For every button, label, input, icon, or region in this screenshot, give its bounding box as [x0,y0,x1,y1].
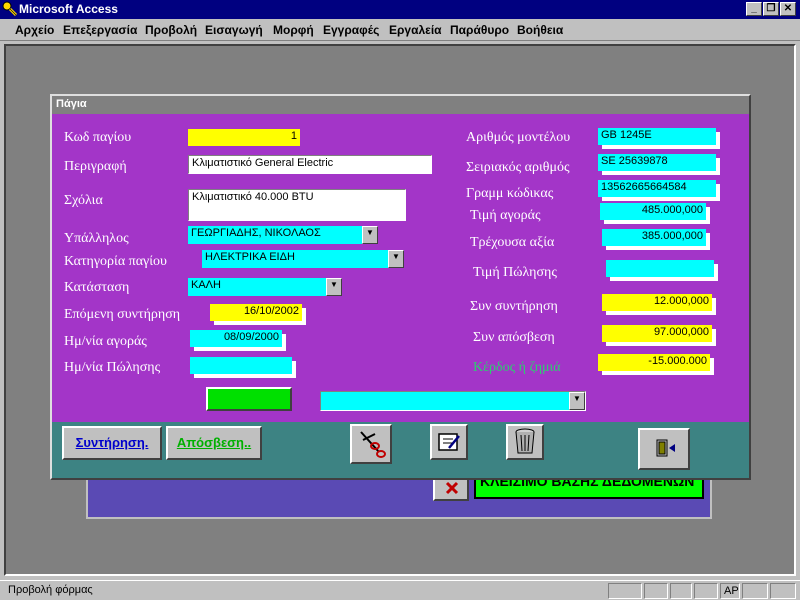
code-label: Κωδ παγίου [64,130,132,145]
employee-dropdown-arrow-icon[interactable]: ▼ [362,226,378,244]
status-value: ΚΑΛΗ [191,279,221,291]
description-label: Περιγραφή [64,159,127,174]
notes-field[interactable]: Κλιματιστικό 40.000 BTU [188,189,406,221]
exit-door-icon [656,439,675,457]
restore-button[interactable]: ❐ [763,2,779,16]
menu-edit[interactable]: Επεξεργασία [63,23,137,37]
search-combo[interactable]: ▼ [320,391,586,411]
category-label: Κατηγορία παγίου [64,254,167,269]
total-depreciation-label: Συν απόσβεση [473,330,555,345]
sale-date-label: Ημ/νία Πώλησης [64,360,161,375]
status-pane-4 [694,583,718,599]
status-pane-1 [608,583,642,599]
minimize-button[interactable]: _ [746,2,762,16]
category-dropdown-arrow-icon[interactable]: ▼ [388,250,404,268]
menu-tools[interactable]: Εργαλεία [389,23,442,37]
current-value-field[interactable]: 385.000,000 [602,229,706,246]
purchase-date-label: Ημ/νία αγοράς [64,334,147,349]
form-detail: Κωδ παγίου Περιγραφή Σχόλια Υπάλληλος Κα… [52,114,749,422]
model-number-label: Αριθμός μοντέλου [466,130,571,145]
status-combo[interactable]: ΚΑΛΗ ▼ [188,278,342,296]
cut-button[interactable] [350,424,392,464]
status-bar: Προβολή φόρμας ΑΡ [0,580,800,600]
assets-form-window: Πάγια Κωδ παγίου Περιγραφή Σχόλια Υπάλλη… [50,94,751,480]
total-maintenance-field[interactable]: 12.000,000 [602,294,712,311]
menu-insert[interactable]: Εισαγωγή [205,23,263,37]
total-depreciation-field[interactable]: 97.000,000 [602,325,712,342]
caps-indicator: ΑΡ [720,583,740,599]
purchase-price-label: Τιμή αγοράς [470,208,541,223]
employee-combo[interactable]: ΓΕΩΡΓΙΑΔΗΣ, ΝΙΚΟΛΑΟΣ ▼ [188,226,378,244]
exit-form-button[interactable] [638,428,690,470]
notes-label: Σχόλια [64,193,103,208]
current-value-label: Τρέχουσα αξία [470,235,555,250]
next-maintenance-field[interactable]: 16/10/2002 [210,304,302,321]
purchase-price-field[interactable]: 485.000,000 [600,203,706,220]
status-pane-2 [644,583,668,599]
form-footer: Συντήρηση. Απόσβεση.. [52,422,749,478]
menu-records[interactable]: Εγγραφές [323,23,379,37]
status-label: Κατάσταση [64,280,130,295]
status-pane-7 [770,583,796,599]
serial-number-label: Σειριακός αριθμός [466,160,570,175]
search-dropdown-arrow-icon[interactable]: ▼ [569,392,585,410]
filter-button[interactable] [206,387,292,411]
menu-format[interactable]: Μορφή [273,23,314,37]
menu-window[interactable]: Παράθυρο [450,23,509,37]
scissors-icon [360,431,386,458]
menu-view[interactable]: Προβολή [145,23,197,37]
barcode-field[interactable]: 13562665664584 [598,180,716,197]
delete-record-button[interactable] [506,424,544,460]
code-field[interactable]: 1 [188,129,300,146]
employee-value: ΓΕΩΡΓΙΑΔΗΣ, ΝΙΚΟΛΑΟΣ [191,227,321,239]
status-pane-6 [742,583,768,599]
status-dropdown-arrow-icon[interactable]: ▼ [326,278,342,296]
profit-loss-label: Κέρδος ή ζημιά [473,360,561,375]
serial-number-field[interactable]: SE 25639878 [598,154,716,171]
profit-loss-field[interactable]: -15.000.000 [598,354,710,371]
barcode-label: Γραμμ κώδικας [466,186,554,201]
status-pane-3 [670,583,692,599]
status-text: Προβολή φόρμας [8,584,93,596]
next-maintenance-label: Επόμενη συντήρηση [64,307,181,322]
title-bar: Microsoft Access _ ❐ ✕ [0,0,800,19]
menu-bar: Αρχείο Επεξεργασία Προβολή Εισαγωγή Μορφ… [0,19,800,41]
total-maintenance-label: Συν συντήρηση [470,299,558,314]
edit-icon [438,433,460,451]
menu-help[interactable]: Βοήθεια [517,23,563,37]
trash-icon [515,428,535,454]
close-button[interactable]: ✕ [780,2,796,16]
window-title: Microsoft Access [19,2,118,16]
sale-price-label: Τιμή Πώλησης [473,265,557,280]
category-value: ΗΛΕΚΤΡΙΚΑ ΕΙΔΗ [205,251,295,263]
form-title: Πάγια [56,98,87,110]
maintenance-button[interactable]: Συντήρηση. [62,426,162,460]
employee-label: Υπάλληλος [64,231,129,246]
form-title-bar: Πάγια [52,96,749,114]
access-key-icon[interactable] [2,1,18,17]
sale-price-field[interactable] [606,260,714,277]
menu-file[interactable]: Αρχείο [15,23,54,37]
model-number-field[interactable]: GB 1245E [598,128,716,145]
description-field[interactable]: Κλιματιστικό General Electric [188,155,432,174]
category-combo[interactable]: ΗΛΕΚΤΡΙΚΑ ΕΙΔΗ ▼ [202,250,404,268]
purchase-date-field[interactable]: 08/09/2000 [190,330,282,347]
edit-record-button[interactable] [430,424,468,460]
sale-date-field[interactable] [190,357,292,374]
depreciation-button[interactable]: Απόσβεση.. [166,426,262,460]
